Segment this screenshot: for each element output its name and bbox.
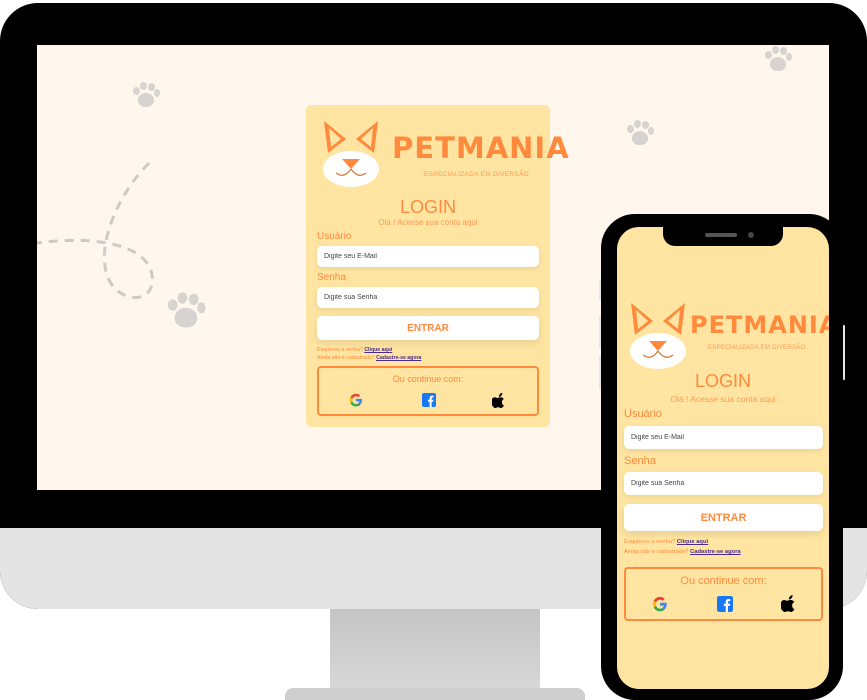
mockup-stage: PETMANIA ESPECIALIZADA EM DIVERSÃO LOGIN…: [0, 0, 867, 700]
password-label: Senha: [624, 455, 656, 467]
signup-text: Ainda não é cadastrado?: [317, 355, 375, 361]
google-icon[interactable]: [651, 595, 669, 613]
login-subtitle: Olá ! Acesse sua conta aqui: [378, 218, 478, 227]
user-label: Usuário: [624, 408, 662, 420]
monitor-stand-base: [285, 688, 585, 700]
signup-text: Ainda não é cadastrado?: [624, 549, 689, 555]
signup-line: Ainda não é cadastrado? Cadastre-se agor…: [317, 355, 421, 361]
password-field[interactable]: [317, 287, 539, 308]
forgot-password-text: Esqueceu a senha?: [317, 347, 363, 353]
forgot-password-text: Esqueceu a senha?: [624, 539, 676, 545]
signup-link[interactable]: Cadastre-se agora: [376, 355, 421, 361]
forgot-password-line: Esqueceu a senha? Clique aqui: [624, 539, 708, 545]
dashed-trail-decoration: [37, 161, 154, 299]
signup-line: Ainda não é cadastrado? Cadastre-se agor…: [624, 549, 741, 555]
phone-speaker: [705, 233, 737, 237]
forgot-password-link[interactable]: Clique aqui: [677, 539, 708, 545]
facebook-icon[interactable]: [717, 596, 733, 612]
social-login-box: Ou continue com:: [317, 366, 539, 416]
brand-tagline: ESPECIALIZADA EM DIVERSÃO: [424, 171, 530, 178]
social-login-title: Ou continue com:: [392, 374, 464, 384]
brand-tagline: ESPECIALIZADA EM DIVERSÃO: [708, 345, 806, 351]
phone-screen: PETMANIA ESPECIALIZADA EM DIVERSÃO LOGIN…: [617, 227, 829, 689]
paw-print-icon: [165, 291, 207, 333]
email-field[interactable]: [624, 426, 823, 449]
login-card: PETMANIA ESPECIALIZADA EM DIVERSÃO LOGIN…: [306, 105, 569, 427]
paw-print-icon: [131, 81, 161, 111]
submit-button[interactable]: ENTRAR: [317, 316, 539, 340]
cat-face-logo: [320, 119, 382, 189]
paw-print-icon: [763, 45, 793, 75]
email-field[interactable]: [317, 246, 539, 267]
submit-button[interactable]: ENTRAR: [624, 504, 823, 531]
login-title: LOGIN: [694, 371, 751, 391]
login-title: LOGIN: [399, 197, 456, 217]
brand-name: PETMANIA: [690, 311, 829, 339]
forgot-password-line: Esqueceu a senha? Clique aqui: [317, 347, 392, 353]
password-field[interactable]: [624, 472, 823, 495]
forgot-password-link[interactable]: Clique aqui: [364, 347, 392, 353]
google-icon[interactable]: [348, 392, 364, 408]
monitor-stand: [330, 609, 540, 700]
phone-camera: [748, 232, 754, 238]
brand-name: PETMANIA: [392, 131, 570, 165]
social-login-title: Ou continue com:: [680, 575, 767, 587]
social-login-box: Ou continue com:: [624, 567, 823, 621]
facebook-icon[interactable]: [422, 393, 436, 407]
cat-face-logo: [627, 301, 689, 371]
apple-icon[interactable]: [492, 391, 508, 408]
password-label: Senha: [317, 272, 346, 283]
user-label: Usuário: [317, 231, 352, 242]
paw-print-icon: [625, 119, 655, 149]
apple-icon[interactable]: [781, 593, 799, 612]
signup-link[interactable]: Cadastre-se agora: [690, 549, 741, 555]
login-subtitle: Olá ! Acesse sua conta aqui: [670, 394, 776, 404]
